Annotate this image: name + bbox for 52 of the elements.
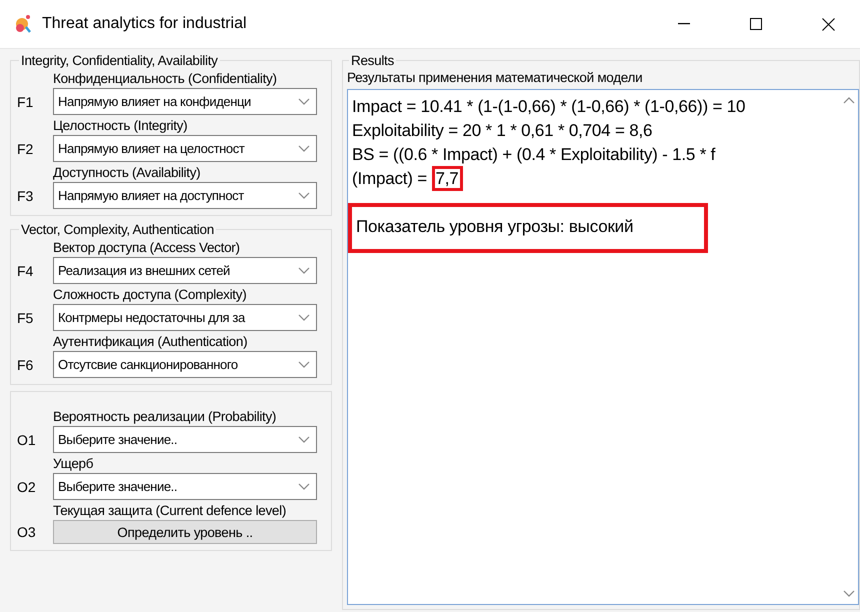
highlighted-value: 7,7	[432, 166, 463, 191]
group-title: Integrity, Confidentiality, Availability	[20, 53, 219, 68]
scroll-down-icon[interactable]	[843, 590, 855, 598]
maximize-icon[interactable]	[750, 18, 762, 30]
field-label: Сложность доступа (Complexity)	[53, 286, 248, 304]
chevron-down-icon[interactable]	[298, 436, 310, 444]
dropdown[interactable]: Напрямую влияет на целостност	[53, 135, 317, 162]
chevron-down-icon[interactable]	[298, 98, 310, 106]
chevron-down-icon[interactable]	[298, 144, 310, 152]
threat-level-text: Показатель уровня угрозы: высокий	[348, 203, 708, 253]
field-label: Аутентификация (Authentication)	[53, 333, 248, 351]
result-line: Impact = 10.41 * (1-(1-0,66) * (1-0,66) * (1-0,66)) = 10	[352, 96, 746, 118]
result-line: Exploitability = 20 * 1 * 0,61 * 0,704 = 8,6	[352, 120, 654, 142]
result-line: BS = ((0.6 * Impact) + (0.4 * Exploitability) - 1.5 * f	[352, 144, 716, 166]
field-code: O2	[17, 478, 37, 494]
chevron-down-icon[interactable]	[298, 482, 310, 490]
dropdown[interactable]: Выберите значение..	[53, 426, 317, 453]
scroll-up-icon[interactable]	[843, 96, 855, 104]
field-code: F4	[17, 262, 34, 278]
dropdown[interactable]: Напрямую влияет на доступност	[53, 182, 317, 209]
field-label: Доступность (Availability)	[53, 164, 202, 182]
field-code: O1	[17, 432, 37, 448]
chevron-down-icon[interactable]	[298, 360, 310, 368]
dropdown[interactable]: Контрмеры недостаточны для за	[53, 304, 317, 331]
field-code: O3	[17, 524, 37, 540]
field-label: Текущая защита (Current defence level)	[53, 502, 288, 520]
app-logo-icon	[14, 13, 34, 35]
dropdown[interactable]: Реализация из внешних сетей	[53, 257, 317, 284]
chevron-down-icon[interactable]	[298, 266, 310, 274]
close-icon[interactable]	[822, 18, 834, 30]
chevron-down-icon[interactable]	[298, 314, 310, 322]
field-code: F5	[17, 310, 34, 326]
field-label: Ущерб	[53, 455, 94, 473]
field-code: F3	[17, 188, 34, 204]
minimize-icon[interactable]	[678, 23, 690, 25]
result-line: (Impact) = 7,7	[352, 167, 836, 191]
dropdown[interactable]: Отсутсвие санкционированного	[53, 351, 317, 378]
results-subtitle: Результаты применения математической модели	[347, 69, 644, 87]
dropdown[interactable]: Выберите значение..	[53, 473, 317, 500]
field-label: Вероятность реализации (Probability)	[53, 408, 278, 426]
dropdown[interactable]: Напрямую влияет на конфиденци	[53, 88, 317, 115]
field-label: Вектор доступа (Access Vector)	[53, 239, 241, 257]
window-title: Threat analytics for industrial	[42, 15, 248, 33]
group-title: Results	[350, 53, 395, 68]
field-code: F1	[17, 94, 34, 110]
field-label: Конфиденциальность (Confidentiality)	[53, 70, 278, 88]
group-title: Vector, Complexity, Authentication	[20, 222, 215, 237]
field-code: F2	[17, 140, 34, 156]
chevron-down-icon[interactable]	[298, 192, 310, 200]
determine-level-button[interactable]: Определить уровень ..	[53, 520, 317, 544]
field-code: F6	[17, 356, 34, 372]
field-label: Целостность (Integrity)	[53, 117, 188, 135]
